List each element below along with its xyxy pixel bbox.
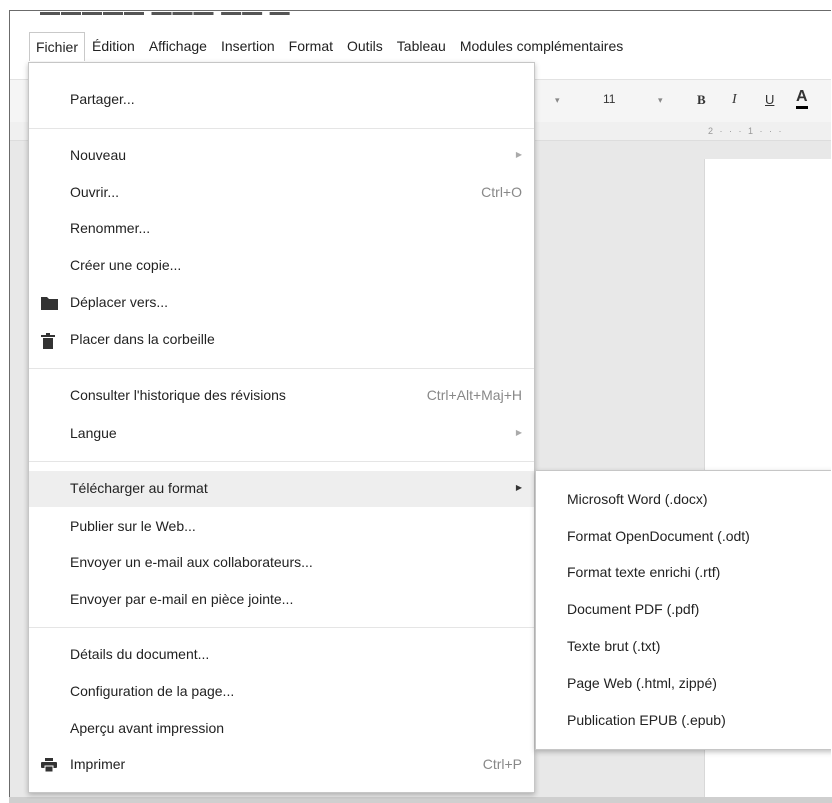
download-rtf[interactable]: Format texte enrichi (.rtf)	[536, 555, 831, 591]
app-window: ▬▬▬▬▬ ▬▬▬ ▬▬ ▬ Fichier Édition Affichage…	[9, 10, 831, 800]
menu-item-label: Envoyer par e-mail en pièce jointe...	[70, 591, 294, 607]
menu-item-download-as[interactable]: Télécharger au format ▶	[29, 471, 534, 507]
menu-item-label: Consulter l'historique des révisions	[70, 387, 286, 403]
menu-tableau[interactable]: Tableau	[390, 32, 453, 60]
underline-button[interactable]: U	[765, 92, 774, 107]
menu-item-email-collaborators[interactable]: Envoyer un e-mail aux collaborateurs...	[29, 545, 534, 581]
menu-item-label: Placer dans la corbeille	[70, 331, 215, 347]
shortcut-label: Ctrl+O	[481, 184, 522, 200]
menu-item-open[interactable]: Ouvrir... Ctrl+O	[29, 175, 534, 211]
italic-button[interactable]: I	[732, 92, 737, 108]
menu-divider	[29, 128, 534, 129]
download-epub[interactable]: Publication EPUB (.epub)	[536, 703, 831, 739]
menu-item-document-details[interactable]: Détails du document...	[29, 637, 534, 673]
font-size-value[interactable]: 11	[603, 92, 615, 106]
menu-item-print-preview[interactable]: Aperçu avant impression	[29, 711, 534, 747]
bold-button[interactable]: B	[697, 92, 706, 108]
submenu-item-label: Format texte enrichi (.rtf)	[567, 564, 721, 580]
folder-icon	[41, 296, 58, 310]
submenu-item-label: Publication EPUB (.epub)	[567, 712, 726, 728]
menu-item-label: Configuration de la page...	[70, 683, 235, 699]
download-odt[interactable]: Format OpenDocument (.odt)	[536, 519, 831, 555]
submenu-item-label: Format OpenDocument (.odt)	[567, 528, 750, 544]
menu-item-move-to[interactable]: Déplacer vers...	[29, 285, 534, 321]
menu-item-label: Détails du document...	[70, 646, 210, 662]
ruler-ticks: 2 · · · 1 · · ·	[708, 126, 784, 136]
menu-fichier[interactable]: Fichier	[29, 31, 86, 61]
menu-item-label: Déplacer vers...	[70, 294, 169, 310]
shortcut-label: Ctrl+P	[482, 756, 522, 772]
menu-outils[interactable]: Outils	[340, 32, 390, 60]
file-menu: Partager... Nouveau ▶ Ouvrir... Ctrl+O R…	[28, 62, 535, 793]
menu-bar: Fichier Édition Affichage Insertion Form…	[10, 31, 831, 61]
download-pdf[interactable]: Document PDF (.pdf)	[536, 592, 831, 628]
menu-item-page-setup[interactable]: Configuration de la page...	[29, 674, 534, 710]
menu-item-trash[interactable]: Placer dans la corbeille	[29, 322, 534, 358]
menu-item-new[interactable]: Nouveau ▶	[29, 138, 534, 174]
menu-item-label: Renommer...	[70, 220, 151, 236]
menu-modules[interactable]: Modules complémentaires	[453, 32, 630, 60]
chevron-right-icon: ▶	[515, 483, 522, 492]
text-color-button[interactable]: A	[796, 88, 808, 109]
menu-item-share[interactable]: Partager...	[29, 82, 534, 118]
trash-icon	[41, 333, 57, 349]
font-size-caret-icon[interactable]: ▾	[658, 95, 663, 106]
menu-item-label: Aperçu avant impression	[70, 720, 225, 736]
download-submenu: Microsoft Word (.docx) Format OpenDocume…	[535, 470, 831, 750]
menu-item-rename[interactable]: Renommer...	[29, 211, 534, 247]
menu-item-label: Publier sur le Web...	[70, 518, 196, 534]
menu-item-label: Nouveau	[70, 147, 127, 163]
menu-item-label: Ouvrir...	[70, 184, 120, 200]
menu-item-label: Langue	[70, 425, 117, 441]
shortcut-label: Ctrl+Alt+Maj+H	[426, 387, 522, 403]
menu-divider	[29, 368, 534, 369]
menu-item-label: Créer une copie...	[70, 257, 182, 273]
menu-edition[interactable]: Édition	[85, 32, 142, 60]
menu-item-print[interactable]: Imprimer Ctrl+P	[29, 747, 534, 783]
menu-item-revision-history[interactable]: Consulter l'historique des révisions Ctr…	[29, 378, 534, 414]
submenu-item-label: Microsoft Word (.docx)	[567, 491, 708, 507]
menu-item-label: Envoyer un e-mail aux collaborateurs...	[70, 554, 313, 570]
font-dropdown-caret-icon[interactable]: ▾	[555, 95, 560, 106]
menu-divider	[29, 461, 534, 462]
chevron-right-icon: ▶	[515, 150, 522, 159]
submenu-item-label: Page Web (.html, zippé)	[567, 675, 717, 691]
download-html[interactable]: Page Web (.html, zippé)	[536, 666, 831, 702]
menu-divider	[29, 627, 534, 628]
chevron-right-icon: ▶	[515, 428, 522, 437]
window-shadow	[9, 797, 832, 803]
menu-format[interactable]: Format	[282, 32, 340, 60]
menu-item-label: Télécharger au format	[70, 480, 208, 496]
menu-item-language[interactable]: Langue ▶	[29, 416, 534, 452]
document-title-partial: ▬▬▬▬▬ ▬▬▬ ▬▬ ▬	[40, 11, 291, 15]
menu-item-make-copy[interactable]: Créer une copie...	[29, 248, 534, 284]
menu-item-email-attachment[interactable]: Envoyer par e-mail en pièce jointe...	[29, 582, 534, 618]
submenu-item-label: Document PDF (.pdf)	[567, 601, 700, 617]
download-txt[interactable]: Texte brut (.txt)	[536, 629, 831, 665]
printer-icon	[41, 758, 57, 773]
submenu-item-label: Texte brut (.txt)	[567, 638, 661, 654]
menu-insertion[interactable]: Insertion	[214, 32, 282, 60]
download-docx[interactable]: Microsoft Word (.docx)	[536, 482, 831, 518]
menu-affichage[interactable]: Affichage	[142, 32, 214, 60]
menu-item-label: Imprimer	[70, 756, 126, 772]
menu-item-publish[interactable]: Publier sur le Web...	[29, 509, 534, 545]
menu-item-label: Partager...	[70, 91, 135, 107]
